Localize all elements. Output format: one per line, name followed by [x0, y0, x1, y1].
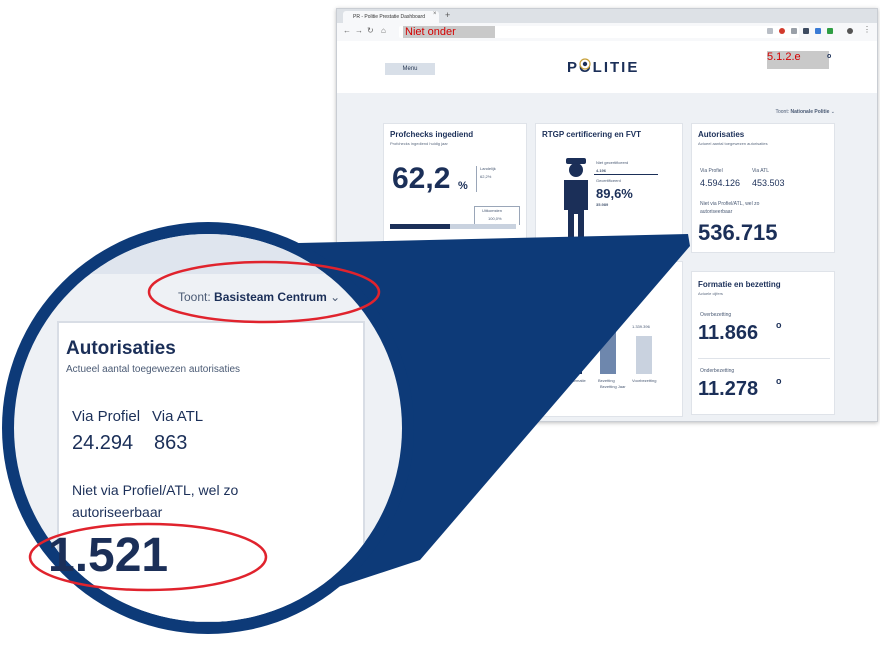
- highlight-ellipse-filter: [147, 260, 381, 324]
- highlight-ellipse-value: [28, 522, 268, 592]
- highlight-overlay: [28, 260, 381, 592]
